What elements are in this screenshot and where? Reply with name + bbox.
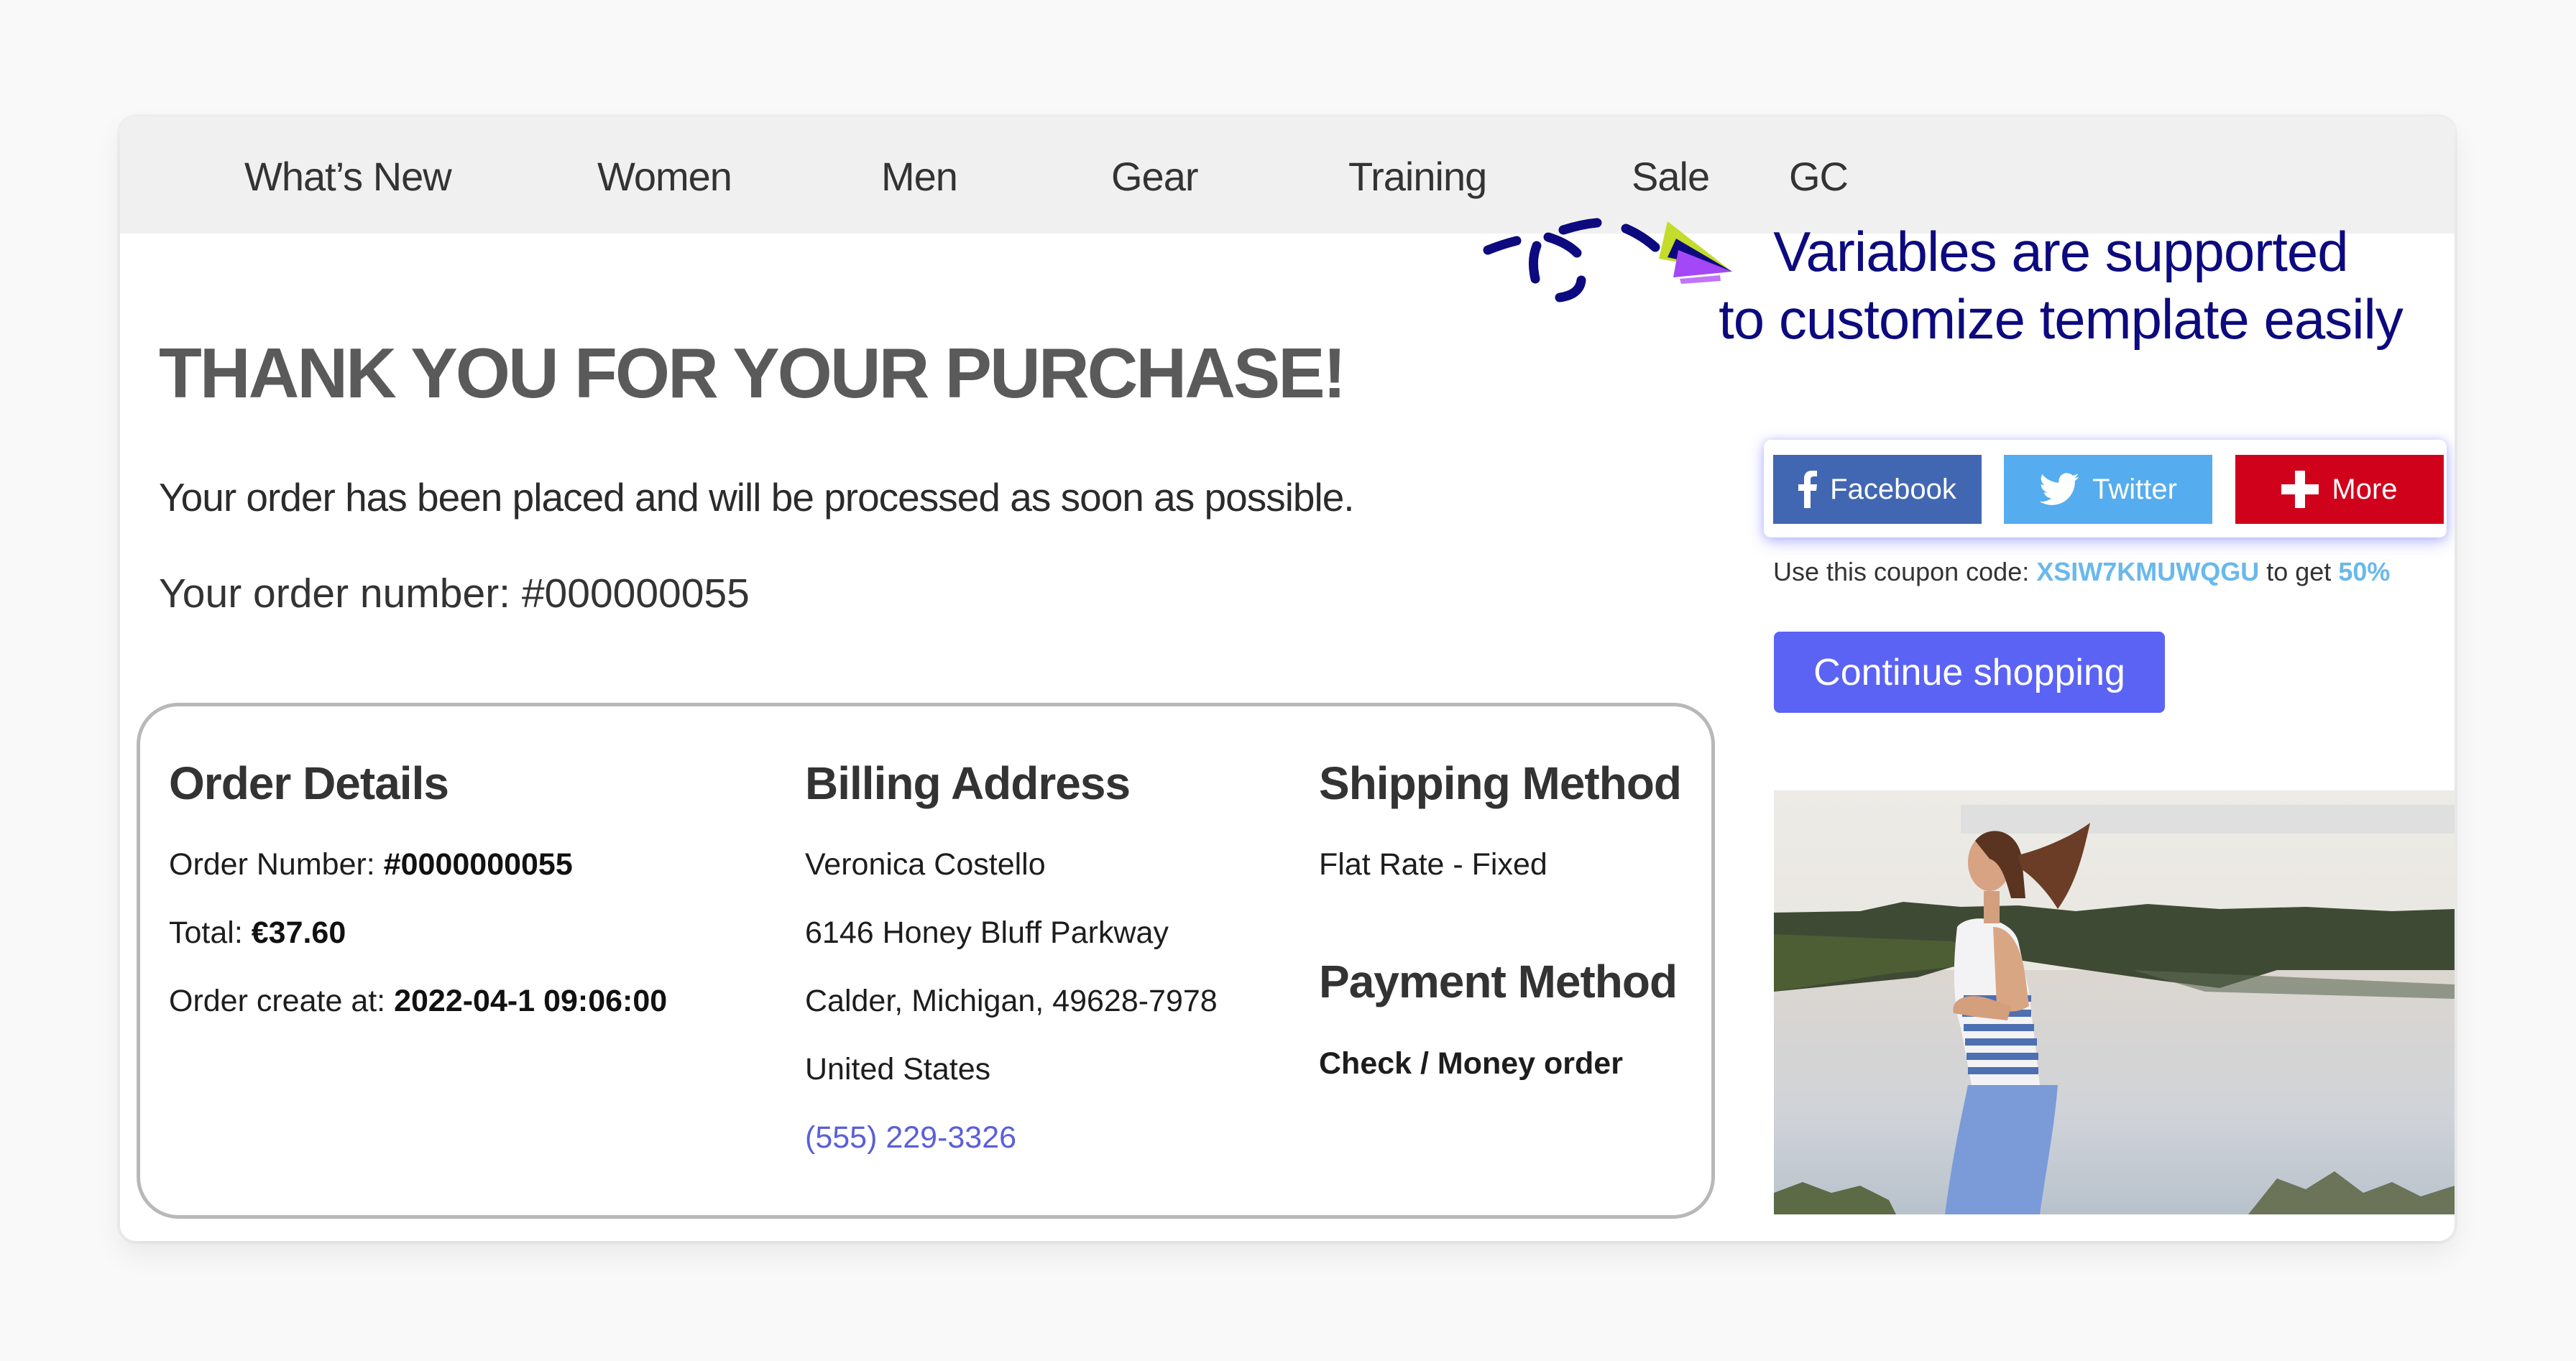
- order-number-row: Order Number: #0000000055: [169, 847, 573, 882]
- page-card: What’s New Women Men Gear Training Sale …: [120, 117, 2455, 1241]
- plus-icon: [2281, 471, 2319, 508]
- nav-item-men[interactable]: Men: [881, 153, 958, 200]
- nav-item-women[interactable]: Women: [597, 153, 732, 200]
- payment-method-heading: Payment Method: [1319, 956, 1678, 1007]
- twitter-label: Twitter: [2092, 473, 2177, 505]
- order-created-value: 2022-04-1 09:06:00: [394, 984, 668, 1018]
- twitter-share-button[interactable]: Twitter: [2004, 455, 2212, 524]
- nav-item-gc[interactable]: GC: [1789, 153, 1849, 200]
- nav-item-gear[interactable]: Gear: [1111, 153, 1198, 200]
- page-title: THANK YOU FOR YOUR PURCHASE!: [159, 333, 1346, 412]
- twitter-bird-icon: [2039, 473, 2079, 505]
- nav-item-training[interactable]: Training: [1348, 153, 1487, 200]
- coupon-message: Use this coupon code: XSIW7KMUWQGU to ge…: [1773, 557, 2390, 587]
- facebook-label: Facebook: [1830, 473, 1956, 505]
- nav-item-sale[interactable]: Sale: [1632, 153, 1710, 200]
- annotation-line-2: to customize template easily: [1719, 287, 2404, 351]
- more-label: More: [2332, 473, 2398, 505]
- social-share-bar: Facebook Twitter More: [1764, 440, 2447, 538]
- more-share-button[interactable]: More: [2235, 455, 2444, 524]
- promo-image-woman-jogging: [1774, 790, 2455, 1214]
- nav-item-whats-new[interactable]: What’s New: [244, 153, 452, 200]
- coupon-discount: 50%: [2338, 557, 2391, 586]
- order-total-value: €37.60: [251, 915, 346, 950]
- order-confirmation-message: Your order has been placed and will be p…: [159, 475, 1355, 520]
- payment-method-value: Check / Money order: [1319, 1046, 1623, 1081]
- facebook-icon: [1798, 471, 1818, 508]
- order-number-line: Your order number: #000000055: [159, 571, 750, 617]
- coupon-prefix: Use this coupon code:: [1773, 557, 2037, 586]
- order-created-row: Order create at: 2022-04-1 09:06:00: [169, 984, 667, 1019]
- order-created-label: Order create at:: [169, 984, 395, 1018]
- facebook-share-button[interactable]: Facebook: [1773, 455, 1982, 524]
- order-summary-box: Order Details Order Number: #0000000055 …: [137, 703, 1715, 1219]
- order-number-value: #0000000055: [383, 847, 573, 882]
- order-total-label: Total:: [169, 915, 252, 950]
- continue-shopping-button[interactable]: Continue shopping: [1774, 632, 2165, 713]
- shipping-method-value: Flat Rate - Fixed: [1319, 847, 1547, 882]
- order-number-label: Order Number:: [169, 847, 384, 882]
- coupon-middle: to get: [2259, 557, 2339, 586]
- billing-country: United States: [805, 1052, 991, 1087]
- shipping-method-heading: Shipping Method: [1319, 757, 1682, 809]
- template-variables-annotation: Variables are supported to customize tem…: [1665, 218, 2455, 353]
- billing-phone-link[interactable]: (555) 229-3326: [805, 1120, 1016, 1155]
- billing-address-heading: Billing Address: [805, 757, 1131, 809]
- annotation-line-1: Variables are supported: [1773, 220, 2348, 283]
- order-total-row: Total: €37.60: [169, 915, 346, 951]
- billing-city: Calder, Michigan, 49628-7978: [805, 984, 1218, 1018]
- coupon-code: XSIW7KMUWQGU: [2036, 557, 2260, 586]
- order-details-heading: Order Details: [169, 757, 449, 809]
- top-navigation: What’s New Women Men Gear Training Sale …: [120, 117, 2455, 234]
- billing-name: Veronica Costello: [805, 847, 1046, 882]
- billing-street: 6146 Honey Bluff Parkway: [805, 915, 1169, 950]
